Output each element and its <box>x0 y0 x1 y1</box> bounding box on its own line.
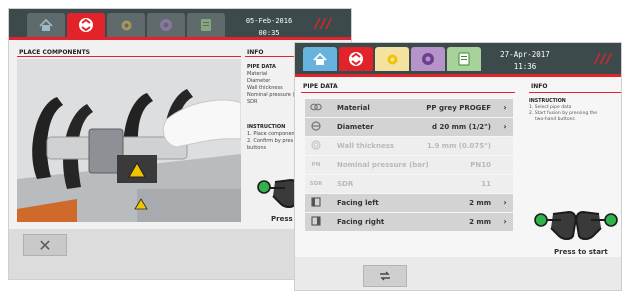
header-accent-bar <box>295 74 621 77</box>
instruction-line: 1. Place componen <box>247 131 295 137</box>
top-toolbar: 27-Apr-2017 11:36 /// <box>295 43 621 76</box>
row-value: 1.9 mm (0.075") <box>426 141 491 150</box>
row-wall-thickness: Wall thickness 1.9 mm (0.075") <box>305 137 513 155</box>
row-sdr: SDR SDR 11 <box>305 175 513 193</box>
document-icon <box>201 19 211 31</box>
row-value: PP grey PROGEF <box>426 103 491 112</box>
tab-home[interactable] <box>303 47 337 71</box>
swap-button[interactable] <box>363 265 407 287</box>
screen-composite: 05-Feb-2016 00:35 /// PLACE COMPONENTS I… <box>0 0 622 291</box>
time-text: 11:36 <box>513 62 537 71</box>
instruction-list: INSTRUCTION 1. Select pipe data 2. Start… <box>529 99 619 123</box>
pipe-data-list: Material PP grey PROGEF › Diameter d 20 … <box>305 99 513 232</box>
tab-home[interactable] <box>27 13 65 37</box>
row-label: Facing left <box>337 198 379 207</box>
date-text: 05-Feb-2016 <box>245 17 293 25</box>
gear-icon <box>160 19 172 31</box>
chevron-right-icon: › <box>503 103 507 113</box>
wall-icon <box>305 140 327 152</box>
heat-icon: /// <box>315 17 333 32</box>
instruction-heading: INSTRUCTION <box>529 99 566 104</box>
footer-bar <box>295 257 621 290</box>
top-toolbar: 05-Feb-2016 00:35 /// <box>9 9 351 39</box>
row-facing-left[interactable]: Facing left 2 mm › <box>305 194 513 212</box>
sdr-icon: SDR <box>309 180 323 187</box>
tab-tools[interactable] <box>107 13 145 37</box>
instruction-line: 2. Confirm by pres <box>247 138 294 144</box>
gear-icon <box>422 53 434 65</box>
press-to-start-label: Press to start <box>554 248 608 256</box>
pipe-data-line: Wall thickness <box>247 85 283 91</box>
fusion-machine-image <box>17 59 241 222</box>
two-hand-button-icon[interactable] <box>531 203 621 243</box>
cancel-button[interactable]: ✕ <box>23 234 67 256</box>
tab-log[interactable] <box>187 13 225 37</box>
press-label: Press <box>271 215 293 223</box>
instruction-line: 2. Start fusion by pressing the <box>529 111 598 116</box>
row-label: Nominal pressure (bar) <box>337 160 429 169</box>
datetime: 05-Feb-2016 00:35 <box>239 15 299 39</box>
pipe-data-line: Diameter <box>247 78 271 84</box>
section-title: PIPE DATA <box>303 83 338 90</box>
row-value: d 20 mm (1/2") <box>432 122 491 131</box>
chevron-right-icon: › <box>503 122 507 132</box>
close-icon: ✕ <box>38 235 52 255</box>
row-value: 11 <box>481 179 491 188</box>
document-icon <box>458 52 470 66</box>
fusion-icon <box>79 18 93 32</box>
date-text: 27-Apr-2017 <box>500 50 550 59</box>
home-icon <box>39 18 53 31</box>
instruction-line: 1. Select pipe data <box>529 105 572 110</box>
row-value: 2 mm <box>469 198 491 207</box>
material-icon <box>305 103 327 113</box>
instruction-heading: INSTRUCTION <box>247 124 286 130</box>
row-label: Wall thickness <box>337 141 395 150</box>
info-rule <box>529 92 621 93</box>
pn-icon: PN <box>311 161 321 168</box>
instruction-line: two-hand buttons <box>535 117 575 122</box>
row-value: 2 mm <box>469 217 491 226</box>
fusion-icon <box>349 52 363 66</box>
row-label: Diameter <box>337 122 374 131</box>
pipe-data-window: 27-Apr-2017 11:36 /// PIPE DATA INFO Mat… <box>294 42 622 291</box>
row-nominal-pressure: PN Nominal pressure (bar) PN10 <box>305 156 513 174</box>
pipe-data-line: Nominal pressure (b <box>247 92 298 98</box>
wrench-icon <box>121 20 131 30</box>
row-facing-right[interactable]: Facing right 2 mm › <box>305 213 513 231</box>
home-icon <box>313 52 327 65</box>
section-title: PLACE COMPONENTS <box>19 49 90 56</box>
section-rule <box>17 56 241 57</box>
tab-settings[interactable] <box>411 47 445 71</box>
row-diameter[interactable]: Diameter d 20 mm (1/2") › <box>305 118 513 136</box>
facing-left-icon <box>305 197 327 209</box>
row-label: Material <box>337 103 370 112</box>
tab-fusion[interactable] <box>339 47 373 71</box>
pipe-data-line: Material <box>247 71 268 77</box>
tab-fusion[interactable] <box>67 13 105 37</box>
swap-icon <box>380 271 390 281</box>
facing-right-icon <box>305 216 327 228</box>
heat-icon: /// <box>595 52 613 67</box>
diameter-icon <box>305 121 327 133</box>
chevron-right-icon: › <box>503 217 507 227</box>
tab-tools[interactable] <box>375 47 409 71</box>
chevron-right-icon: › <box>503 198 507 208</box>
row-label: Facing right <box>337 217 385 226</box>
info-title: INFO <box>247 49 264 56</box>
machine-photo <box>17 59 241 222</box>
instruction-line: buttons <box>247 145 267 151</box>
row-value: PN10 <box>470 160 491 169</box>
row-material[interactable]: Material PP grey PROGEF › <box>305 99 513 117</box>
info-title: INFO <box>531 83 548 90</box>
header-accent-bar <box>9 37 351 40</box>
row-label: SDR <box>337 179 354 188</box>
pipe-data-line: SDR <box>247 99 258 105</box>
tab-settings[interactable] <box>147 13 185 37</box>
pipe-data-heading: PIPE DATA <box>247 64 276 70</box>
tab-log[interactable] <box>447 47 481 71</box>
datetime: 27-Apr-2017 11:36 <box>493 49 557 73</box>
section-rule <box>301 92 515 93</box>
wrench-icon <box>387 54 397 64</box>
